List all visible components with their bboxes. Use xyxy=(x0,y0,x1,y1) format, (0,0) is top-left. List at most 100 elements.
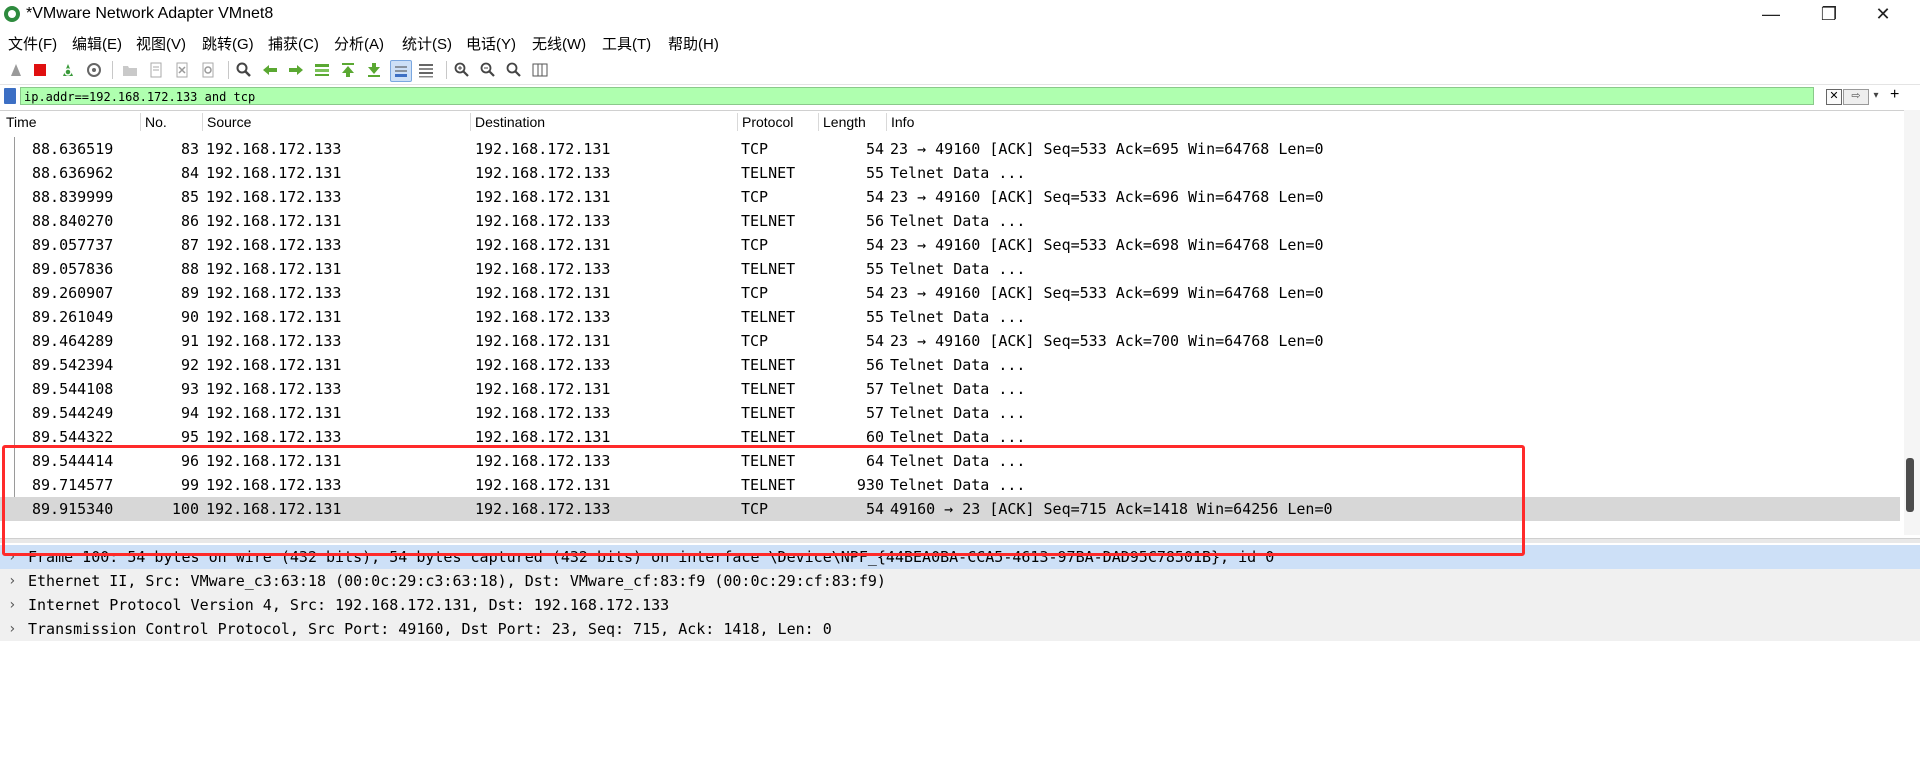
save-file-icon[interactable] xyxy=(146,60,166,80)
column-header-protocol[interactable]: Protocol xyxy=(742,114,793,130)
colorize-icon[interactable] xyxy=(416,60,436,80)
packet-row[interactable]: 89.464289 91 192.168.172.133 192.168.172.13… xyxy=(0,329,1900,353)
go-back-icon[interactable] xyxy=(260,60,280,80)
detail-ipv4[interactable]: › Internet Protocol Version 4, Src: 192.… xyxy=(0,593,1920,617)
capture-options-icon[interactable] xyxy=(84,60,104,80)
menu-go[interactable]: 跳转(G) xyxy=(202,33,254,54)
menu-view[interactable]: 视图(V) xyxy=(136,33,186,54)
packet-list-header: Time No. Source Destination Protocol Len… xyxy=(0,111,1900,133)
cell-destination: 192.168.172.133 xyxy=(475,452,611,470)
cell-info: Telnet Data ... xyxy=(890,260,1026,278)
cell-time: 88.840270 xyxy=(32,212,114,230)
cell-source: 192.168.172.133 xyxy=(206,236,342,254)
main-toolbar xyxy=(0,56,1920,85)
zoom-normal-icon[interactable] xyxy=(504,60,524,80)
packet-row[interactable]: 89.915340 100 192.168.172.131 192.168.172.1… xyxy=(0,497,1900,521)
menu-analyze[interactable]: 分析(A) xyxy=(334,33,384,54)
resize-columns-icon[interactable] xyxy=(530,60,550,80)
zoom-out-icon[interactable] xyxy=(478,60,498,80)
start-capture-icon[interactable] xyxy=(6,60,26,80)
column-header-length[interactable]: Length xyxy=(823,114,866,130)
packet-row[interactable]: 88.839999 85 192.168.172.133 192.168.172.13… xyxy=(0,185,1900,209)
add-filter-button-icon[interactable]: + xyxy=(1890,86,1899,104)
clear-filter-icon[interactable]: ✕ xyxy=(1826,89,1842,105)
cell-time: 89.544108 xyxy=(32,380,114,398)
packet-row[interactable]: 89.260907 89 192.168.172.133 192.168.172.13… xyxy=(0,281,1900,305)
maximize-button[interactable]: ❐ xyxy=(1806,2,1852,26)
packet-row[interactable]: 89.544322 95 192.168.172.133 192.168.172.13… xyxy=(0,425,1900,449)
column-header-destination[interactable]: Destination xyxy=(475,114,545,130)
zoom-in-icon[interactable] xyxy=(452,60,472,80)
window-title: *VMware Network Adapter VMnet8 xyxy=(26,5,274,22)
cell-source: 192.168.172.133 xyxy=(206,188,342,206)
cell-source: 192.168.172.133 xyxy=(206,428,342,446)
restart-capture-icon[interactable] xyxy=(58,60,78,80)
packet-row[interactable]: 89.542394 92 192.168.172.131 192.168.172.13… xyxy=(0,353,1900,377)
menu-help[interactable]: 帮助(H) xyxy=(668,33,719,54)
chevron-right-icon[interactable]: › xyxy=(8,569,16,593)
packet-row[interactable]: 89.714577 99 192.168.172.133 192.168.172.13… xyxy=(0,473,1900,497)
cell-time: 88.636962 xyxy=(32,164,114,182)
go-to-packet-icon[interactable] xyxy=(312,60,332,80)
detail-ethernet[interactable]: › Ethernet II, Src: VMware_c3:63:18 (00:… xyxy=(0,569,1920,593)
close-file-icon[interactable] xyxy=(172,60,192,80)
cell-protocol: TELNET xyxy=(741,380,796,398)
reload-file-icon[interactable] xyxy=(198,60,218,80)
packet-row[interactable]: 89.544108 93 192.168.172.133 192.168.172.13… xyxy=(0,377,1900,401)
cell-length: 55 xyxy=(865,260,884,278)
column-header-no[interactable]: No. xyxy=(145,114,167,130)
menu-telephony[interactable]: 电话(Y) xyxy=(466,33,516,54)
chevron-down-icon[interactable]: ▾ xyxy=(1870,89,1882,103)
column-header-info[interactable]: Info xyxy=(891,114,914,130)
bookmark-icon[interactable] xyxy=(4,88,16,104)
minimize-button[interactable]: — xyxy=(1748,2,1794,26)
menu-tools[interactable]: 工具(T) xyxy=(602,33,651,54)
menu-capture[interactable]: 捕获(C) xyxy=(268,33,319,54)
apply-filter-icon[interactable]: ⇨ xyxy=(1843,89,1869,105)
go-first-packet-icon[interactable] xyxy=(338,60,358,80)
detail-frame[interactable]: › Frame 100: 54 bytes on wire (432 bits)… xyxy=(0,545,1920,569)
packet-row[interactable]: 89.544414 96 192.168.172.131 192.168.172.13… xyxy=(0,449,1900,473)
menu-wireless[interactable]: 无线(W) xyxy=(532,33,586,54)
packet-row[interactable]: 88.636519 83 192.168.172.133 192.168.172.13… xyxy=(0,137,1900,161)
cell-protocol: TELNET xyxy=(741,164,796,182)
packet-row[interactable]: 88.636962 84 192.168.172.131 192.168.172.13… xyxy=(0,161,1900,185)
cell-protocol: TELNET xyxy=(741,212,796,230)
detail-tcp[interactable]: › Transmission Control Protocol, Src Por… xyxy=(0,617,1920,641)
packet-row[interactable]: 89.544249 94 192.168.172.131 192.168.172.13… xyxy=(0,401,1900,425)
cell-protocol: TELNET xyxy=(741,428,796,446)
cell-length: 54 xyxy=(865,284,884,302)
display-filter-input[interactable]: ip.addr==192.168.172.133 and tcp xyxy=(20,87,1814,105)
scrollbar-thumb[interactable] xyxy=(1906,458,1914,512)
menu-edit[interactable]: 编辑(E) xyxy=(72,33,122,54)
packet-list-scrollbar[interactable] xyxy=(1904,110,1920,535)
chevron-right-icon[interactable]: › xyxy=(8,617,16,641)
column-header-source[interactable]: Source xyxy=(207,114,251,130)
stop-capture-icon[interactable] xyxy=(30,60,50,80)
packet-row[interactable]: 89.261049 90 192.168.172.131 192.168.172.13… xyxy=(0,305,1900,329)
cell-length: 57 xyxy=(865,404,884,422)
open-file-icon[interactable] xyxy=(120,60,140,80)
cell-protocol: TELNET xyxy=(741,452,796,470)
column-header-time[interactable]: Time xyxy=(6,114,37,130)
menu-statistics[interactable]: 统计(S) xyxy=(402,33,452,54)
packet-row[interactable]: 88.840270 86 192.168.172.131 192.168.172.13… xyxy=(0,209,1900,233)
chevron-right-icon[interactable]: › xyxy=(8,545,16,569)
packet-row[interactable]: 89.057836 88 192.168.172.131 192.168.172.13… xyxy=(0,257,1900,281)
find-packet-icon[interactable] xyxy=(234,60,254,80)
go-forward-icon[interactable] xyxy=(286,60,306,80)
cell-info: Telnet Data ... xyxy=(890,164,1026,182)
cell-length: 54 xyxy=(865,188,884,206)
cell-info: 23 → 49160 [ACK] Seq=533 Ack=700 Win=647… xyxy=(890,332,1324,350)
packet-row[interactable]: 89.057737 87 192.168.172.133 192.168.172.13… xyxy=(0,233,1900,257)
cell-protocol: TCP xyxy=(741,236,769,254)
cell-info: 23 → 49160 [ACK] Seq=533 Ack=695 Win=647… xyxy=(890,140,1324,158)
cell-no: 90 xyxy=(180,308,199,326)
autoscroll-icon[interactable] xyxy=(390,60,412,82)
pane-splitter[interactable] xyxy=(0,538,1920,543)
go-last-packet-icon[interactable] xyxy=(364,60,384,80)
cell-source: 192.168.172.131 xyxy=(206,500,342,518)
close-button[interactable]: ✕ xyxy=(1860,2,1906,26)
chevron-right-icon[interactable]: › xyxy=(8,593,16,617)
menu-file[interactable]: 文件(F) xyxy=(8,33,57,54)
